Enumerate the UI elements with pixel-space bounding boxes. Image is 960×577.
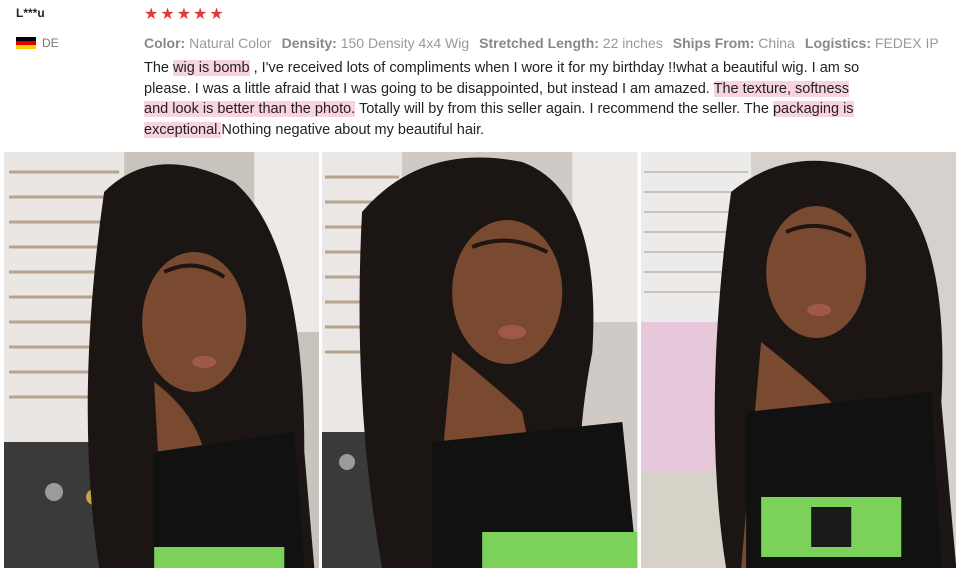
attr-logistics: Logistics: FEDEX IP — [804, 35, 939, 51]
star-icon: ★ — [176, 6, 193, 23]
reviewer-info: L***u DE — [16, 6, 136, 50]
review-text: The wig is bomb , I've received lots of … — [144, 60, 860, 138]
star-icon: ★ — [160, 6, 176, 23]
review-highlight: wig is bomb — [173, 60, 250, 76]
attr-density: Density: 150 Density 4x4 Wig — [281, 35, 470, 51]
attr-length: Stretched Length: 22 inches — [479, 35, 663, 51]
review-photo-2[interactable] — [322, 152, 638, 568]
product-attributes: Color: Natural Color Density: 150 Densit… — [144, 35, 939, 51]
reviewer-name: L***u — [16, 6, 45, 20]
star-icon: ★ — [144, 6, 160, 23]
reviewer-country: DE — [16, 36, 136, 50]
star-icon: ★ — [209, 6, 225, 23]
star-icon: ★ — [193, 6, 209, 23]
review-photo-1[interactable] — [4, 152, 320, 568]
review-photo-3[interactable] — [640, 152, 956, 568]
star-rating: ★ ★ ★ ★ ★ — [144, 4, 225, 24]
germany-flag-icon — [16, 37, 36, 49]
attr-color: Color: Natural Color — [144, 35, 272, 51]
attr-ships-from: Ships From: China — [672, 35, 795, 51]
review-photos — [4, 152, 956, 568]
country-code: DE — [42, 36, 59, 50]
